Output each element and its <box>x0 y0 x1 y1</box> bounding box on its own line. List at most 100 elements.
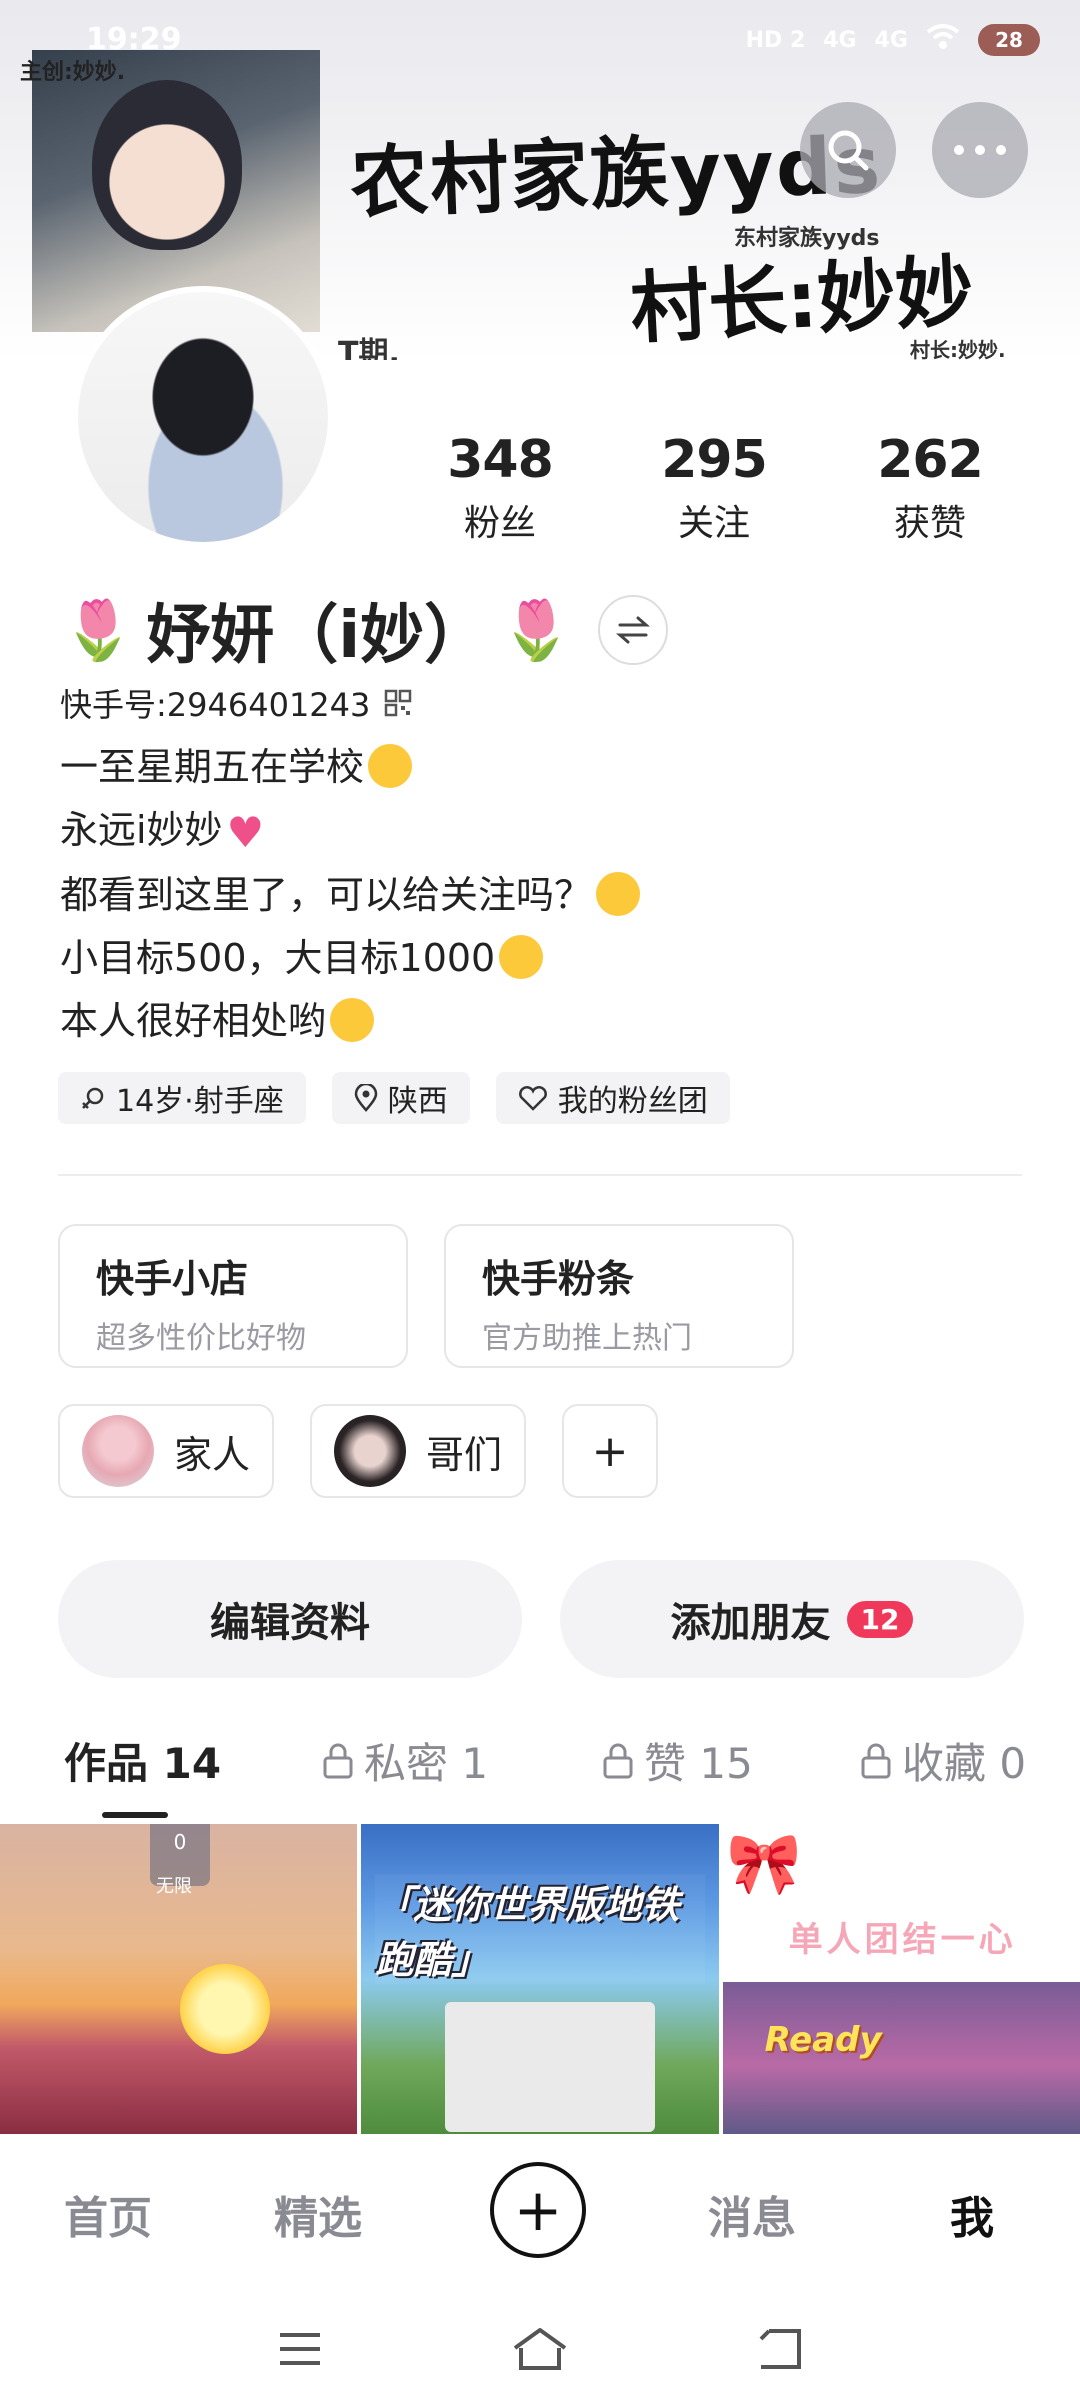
plus-icon: + <box>591 1425 629 1477</box>
plus-icon: + <box>513 2176 563 2244</box>
group-label: 哥们 <box>426 1432 503 1477</box>
groups: 家人 哥们 + <box>58 1404 659 1498</box>
group-avatar <box>334 1415 407 1487</box>
video-caption: 「迷你世界版地铁跑酷」 <box>375 1874 706 1984</box>
ready-text: Ready <box>764 2020 882 2060</box>
edit-profile-button[interactable]: 编辑资料 <box>58 1560 522 1678</box>
tag-fan-club-label: 我的粉丝团 <box>557 1084 708 1119</box>
promo-card-title: 快手粉条 <box>482 1257 635 1301</box>
battery-icon: 28 <box>978 24 1040 56</box>
lock-icon <box>861 1743 891 1778</box>
stat-likes[interactable]: 262 获赞 <box>850 430 1010 546</box>
promo-card-subtitle: 官方助推上热门 <box>482 1321 692 1356</box>
smile-emoji-icon <box>499 935 544 979</box>
tag-fan-club[interactable]: 我的粉丝团 <box>495 1072 730 1124</box>
more-icon <box>954 145 1006 155</box>
nav-messages[interactable]: 消息 <box>708 2182 796 2246</box>
tab-favorites[interactable]: 收藏 0 <box>860 1730 1026 1791</box>
menu-button[interactable] <box>270 2324 330 2374</box>
avatar[interactable] <box>72 286 334 548</box>
tab-works-label: 作品 14 <box>64 1739 222 1788</box>
nav-me[interactable]: 我 <box>950 2182 994 2246</box>
stat-likes-value: 262 <box>877 430 984 490</box>
status-author: 主创:妙妙. <box>20 60 126 85</box>
video-thumbnail[interactable]: 「迷你世界版地铁跑酷」 <box>361 1824 719 2134</box>
back-icon <box>759 2329 801 2369</box>
stat-likes-label: 获赞 <box>893 503 966 544</box>
bottom-nav: 首页 精选 + 消息 我 <box>0 2136 1080 2284</box>
kuaishou-id[interactable]: 快手号:2946401243 <box>60 680 412 726</box>
search-button[interactable] <box>800 102 896 198</box>
switch-account-button[interactable] <box>598 595 669 665</box>
tag-age[interactable]: 14岁·射手座 <box>58 1072 306 1124</box>
swap-icon <box>616 616 651 644</box>
tulip-icon: 🌷 <box>62 595 135 664</box>
back-button[interactable] <box>750 2324 810 2374</box>
add-friends-button[interactable]: 添加朋友 12 <box>560 1560 1024 1678</box>
system-nav-bar <box>0 2284 1080 2408</box>
nav-featured[interactable]: 精选 <box>274 2182 362 2246</box>
add-group-button[interactable]: + <box>562 1404 659 1498</box>
kuaishou-promo-card[interactable]: 快手粉条 官方助推上热门 <box>444 1224 794 1368</box>
shop-cards: 快手小店 超多性价比好物 快手粉条 官方助推上热门 <box>58 1224 794 1368</box>
tab-private[interactable]: 私密 1 <box>322 1730 488 1791</box>
video-title: 单人团结一心 <box>788 1920 1017 1960</box>
tab-likes-label: 赞 15 <box>644 1739 753 1788</box>
video-thumbnail[interactable]: 0 无限 <box>0 1824 358 2134</box>
status-icons: HD 2 4G 4G 28 <box>746 24 1040 56</box>
bio-text: 一至星期五在学校 <box>60 745 365 789</box>
profile-stats: 348 粉丝 295 关注 262 获赞 <box>420 430 1060 550</box>
fan-club-icon <box>518 1086 547 1111</box>
search-icon <box>828 130 869 171</box>
shop-card-title: 快手小店 <box>96 1257 249 1301</box>
more-button[interactable] <box>932 102 1028 198</box>
tag-age-label: 14岁·射手座 <box>116 1084 284 1119</box>
tulip-icon-2: 🌷 <box>500 595 573 664</box>
group-family[interactable]: 家人 <box>58 1404 275 1498</box>
signal-icon: 4G <box>823 27 857 53</box>
home-button[interactable] <box>510 2324 570 2374</box>
bow-icon: 🎀 <box>726 1829 802 1899</box>
bio-text: 本人很好相处哟 <box>60 999 327 1043</box>
tab-likes[interactable]: 赞 15 <box>602 1730 753 1791</box>
hd-icon: HD 2 <box>745 27 806 53</box>
group-label: 家人 <box>174 1432 251 1477</box>
tab-works[interactable]: 作品 14 <box>64 1730 221 1791</box>
bio: 一至星期五在学校 永远i妙妙♥ 都看到这里了，可以给关注吗？ 小目标500，大目… <box>60 736 641 1053</box>
nickname: 妤妍（i妙） <box>146 599 489 673</box>
bio-line: 一至星期五在学校 <box>60 736 640 799</box>
hud-label: 无限 <box>156 1876 192 1897</box>
tag-location-label: 陕西 <box>387 1084 448 1119</box>
stat-following[interactable]: 295 关注 <box>634 430 794 546</box>
status-time: 19:29 <box>86 22 182 57</box>
smiley-emoji-icon <box>330 998 375 1042</box>
nickname-row: 🌷 妤妍（i妙） 🌷 <box>62 584 669 676</box>
stat-fans-value: 348 <box>447 430 554 490</box>
stat-following-value: 295 <box>661 430 768 490</box>
bio-text: 都看到这里了，可以给关注吗？ <box>60 873 593 917</box>
neutral-emoji-icon <box>596 872 641 916</box>
create-button[interactable]: + <box>490 2162 586 2258</box>
kuaishou-id-text: 快手号:2946401243 <box>60 686 371 724</box>
stat-fans[interactable]: 348 粉丝 <box>420 430 580 546</box>
edit-profile-label: 编辑资料 <box>210 1600 370 1646</box>
group-bros[interactable]: 哥们 <box>310 1404 527 1498</box>
divider <box>58 1174 1022 1176</box>
video-thumbnail[interactable]: 🎀 单人团结一心 Ready <box>722 1824 1080 2134</box>
add-friends-badge: 12 <box>846 1600 914 1638</box>
lock-icon <box>323 1743 353 1778</box>
nav-home[interactable]: 首页 <box>64 2182 152 2246</box>
tab-indicator <box>102 1812 168 1818</box>
banner-stamp: T期. <box>338 336 400 360</box>
kuaishou-shop-card[interactable]: 快手小店 超多性价比好物 <box>58 1224 408 1368</box>
stat-fans-label: 粉丝 <box>463 503 536 544</box>
wall-graphic <box>445 2002 656 2132</box>
add-friends-label: 添加朋友 <box>670 1600 831 1646</box>
bio-line: 都看到这里了，可以给关注吗？ <box>60 864 641 927</box>
status-bar: 19:29 主创:妙妙. HD 2 4G 4G 28 <box>0 22 1080 85</box>
shop-card-subtitle: 超多性价比好物 <box>96 1321 306 1356</box>
bio-line: 永远i妙妙♥ <box>60 799 640 864</box>
group-avatar <box>82 1415 154 1487</box>
tag-location[interactable]: 陕西 <box>331 1072 470 1124</box>
tab-private-label: 私密 1 <box>364 1739 489 1788</box>
